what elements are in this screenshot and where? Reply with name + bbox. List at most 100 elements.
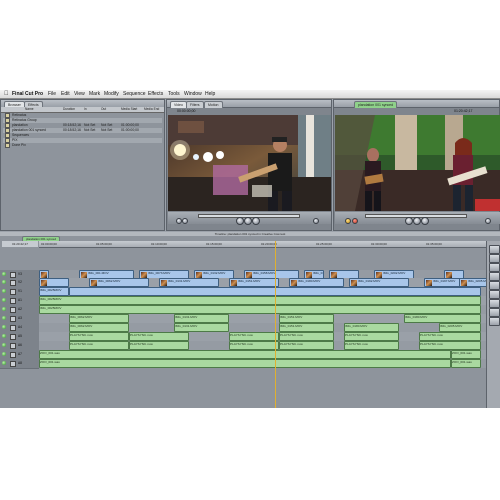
track-visibility-icon[interactable] <box>2 361 6 365</box>
audio-clip[interactable]: PLAYSYNC.mov <box>419 341 481 350</box>
track-lock-icon[interactable] <box>10 334 16 340</box>
canvas-play-button[interactable] <box>413 217 421 225</box>
menu-sequence[interactable]: Sequence <box>123 90 146 98</box>
audio-clip[interactable]: ZOO_001.wav <box>39 359 451 368</box>
menu-edit[interactable]: Edit <box>61 90 70 98</box>
track-lock-icon[interactable] <box>10 316 16 322</box>
track-lane[interactable]: PLAYSYNC.mov PLAYSYNC.mov PLAYSYNC.mov PLAY… <box>39 332 486 341</box>
menu-tools[interactable]: Tools <box>168 90 180 98</box>
viewer-play-button[interactable] <box>244 217 252 225</box>
track-forward-tool-icon[interactable] <box>489 263 500 272</box>
col-out[interactable]: Out <box>101 107 106 112</box>
track-lock-icon[interactable] <box>10 325 16 331</box>
video-clip[interactable]: IMG_0180.MOV <box>289 278 344 287</box>
audio-clip[interactable]: PLAYSYNC.mov <box>229 341 279 350</box>
audio-clip[interactable]: IMG_0025MOV <box>39 296 481 305</box>
menu-help[interactable]: Help <box>205 90 215 98</box>
viewer-prev-button[interactable] <box>236 217 244 225</box>
track-visibility-icon[interactable] <box>2 316 6 320</box>
menu-view[interactable]: View <box>74 90 85 98</box>
browser-row[interactable]: Done Pix <box>3 143 162 148</box>
zoom-tool-icon[interactable] <box>489 299 500 308</box>
track-lock-icon[interactable] <box>10 289 16 295</box>
audio-clip[interactable]: IMG_0205.MOV <box>439 323 481 332</box>
slip-tool-icon[interactable] <box>489 281 500 290</box>
track-visibility-icon[interactable] <box>2 325 6 329</box>
video-clip[interactable]: IMG_0062.MOV <box>89 278 149 287</box>
menu-effects[interactable]: Effects <box>148 90 163 98</box>
canvas-match-frame-button[interactable] <box>485 218 491 224</box>
audio-clip[interactable]: PLAYSYNC.mov <box>344 332 399 341</box>
menu-file[interactable]: File <box>48 90 56 98</box>
audio-clip[interactable]: PLAYSYNC.mov <box>129 332 189 341</box>
menu-mark[interactable]: Mark <box>89 90 100 98</box>
video-clip[interactable]: IMG_0131.MOV <box>159 278 219 287</box>
audio-clip[interactable]: IMG_0025MOV <box>39 305 481 314</box>
track-visibility-icon[interactable] <box>2 298 6 302</box>
apple-menu-icon[interactable]:  <box>4 90 9 98</box>
track-lane[interactable]: IMG_0062.MOV IMG_0131.MOV IMG_0151.MOV IMG_… <box>39 278 500 287</box>
menu-modify[interactable]: Modify <box>104 90 119 98</box>
video-clip[interactable]: IMG_0151.MOV <box>229 278 279 287</box>
timeline-ruler[interactable]: 01:00:00;00 01:05:00;00 01:10:00;00 01:15:0… <box>39 241 486 248</box>
roll-tool-icon[interactable] <box>489 272 500 281</box>
track-visibility-icon[interactable] <box>2 289 6 293</box>
track-visibility-icon[interactable] <box>2 352 6 356</box>
razor-tool-icon[interactable] <box>489 290 500 299</box>
track-lane[interactable]: IMG_0062.MOV IMG_0131.MOV IMG_0151.MOV IMG_… <box>39 323 486 332</box>
audio-clip[interactable]: PLAYSYNC.mov <box>279 332 334 341</box>
video-clip[interactable] <box>39 278 69 287</box>
track-lock-icon[interactable] <box>10 307 16 313</box>
track-lane[interactable]: ZOO_001.wav ZOO_001.wav <box>39 350 486 359</box>
audio-clip[interactable]: PLAYSYNC.mov <box>279 341 334 350</box>
track-lock-icon[interactable] <box>10 343 16 349</box>
menu-window[interactable]: Window <box>184 90 202 98</box>
selection-tool-icon[interactable] <box>489 245 500 254</box>
video-clip[interactable]: IMG_0025MOV <box>39 287 69 296</box>
audio-clip[interactable]: PLAYSYNC.mov <box>129 341 189 350</box>
track-lane[interactable]: IMG_0025MOV <box>39 305 486 314</box>
track-lane[interactable]: IMG_0062.MOV IMG_0131.MOV IMG_0151.MOV IMG_… <box>39 314 486 323</box>
audio-clip[interactable]: PLAYSYNC.mov <box>344 341 399 350</box>
track-lock-icon[interactable] <box>10 280 16 286</box>
viewer-match-frame-button[interactable] <box>313 218 319 224</box>
track-lock-icon[interactable] <box>10 298 16 304</box>
audio-clip[interactable]: IMG_0131.MOV <box>174 323 229 332</box>
track-lane[interactable]: ZOO_001.wav ZOO_001.wav <box>39 359 486 368</box>
col-in[interactable]: In <box>84 107 87 112</box>
app-menu[interactable]: Final Cut Pro <box>12 90 43 98</box>
audio-clip[interactable]: IMG_0062.MOV <box>69 314 129 323</box>
audio-clip[interactable]: IMG_0180.MOV <box>404 314 481 323</box>
track-lock-icon[interactable] <box>10 361 16 367</box>
track-visibility-icon[interactable] <box>2 307 6 311</box>
col-media-end[interactable]: Media End <box>144 107 159 112</box>
tab-video[interactable]: Video <box>170 101 187 108</box>
video-clip[interactable]: IMG_0192.MOV <box>349 278 409 287</box>
col-media-start[interactable]: Media Start <box>121 107 137 112</box>
track-visibility-icon[interactable] <box>2 343 6 347</box>
track-visibility-icon[interactable] <box>2 334 6 338</box>
col-name[interactable]: Name <box>25 107 34 112</box>
canvas-insert-button[interactable] <box>345 218 351 224</box>
audio-clip[interactable]: IMG_0131.MOV <box>174 314 229 323</box>
tab-filters[interactable]: Filters <box>186 101 204 108</box>
track-lane[interactable]: IMG_0025MOV <box>39 296 486 305</box>
audio-clip[interactable]: IMG_0151.MOV <box>279 323 334 332</box>
viewer-mark-out-button[interactable] <box>182 218 188 224</box>
track-lane[interactable]: PLAYSYNC.mov PLAYSYNC.mov PLAYSYNC.mov PLAY… <box>39 341 486 350</box>
track-lock-icon[interactable] <box>10 352 16 358</box>
track-visibility-icon[interactable] <box>2 272 6 276</box>
crop-tool-icon[interactable] <box>489 308 500 317</box>
timeline-playhead[interactable] <box>275 241 276 408</box>
audio-clip[interactable]: ZOO_001.wav <box>451 350 481 359</box>
audio-clip[interactable]: IMG_0180.MOV <box>344 323 399 332</box>
audio-clip[interactable]: PLAYSYNC.mov <box>229 332 279 341</box>
edit-select-tool-icon[interactable] <box>489 254 500 263</box>
audio-clip[interactable]: IMG_0151.MOV <box>279 314 334 323</box>
canvas-next-button[interactable] <box>421 217 429 225</box>
canvas-overwrite-button[interactable] <box>352 218 358 224</box>
audio-clip[interactable]: PLAYSYNC.mov <box>419 332 481 341</box>
audio-clip[interactable]: ZOO_001.wav <box>451 359 481 368</box>
track-visibility-icon[interactable] <box>2 280 6 284</box>
timeline-current-time[interactable]: 01:20:42;17 <box>2 241 38 247</box>
